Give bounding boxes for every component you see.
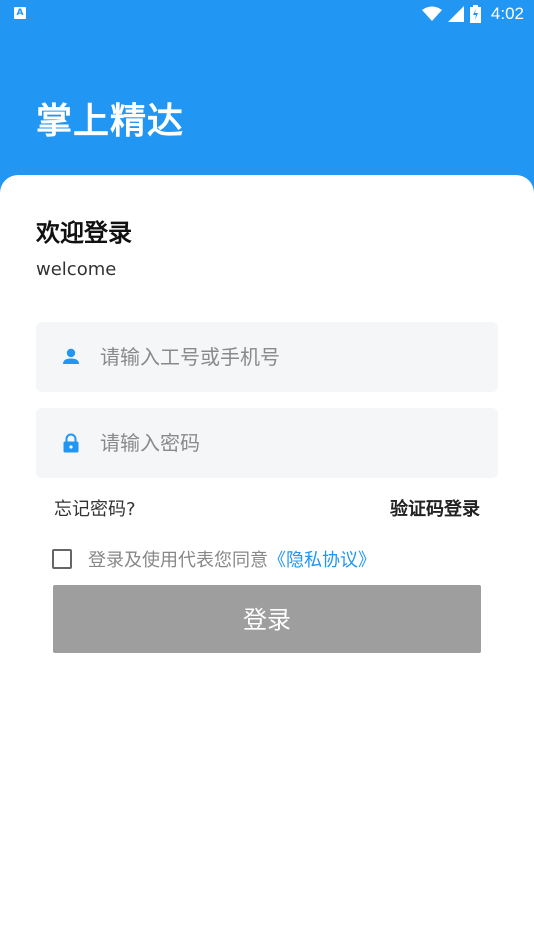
app-title: 掌上精达 bbox=[36, 101, 185, 142]
code-login-link[interactable]: 验证码登录 bbox=[390, 495, 480, 521]
status-icons: 4:02 bbox=[421, 3, 524, 25]
username-input[interactable] bbox=[100, 322, 480, 392]
login-card: 欢迎登录 welcome 忘记密码? 验证码登录 登录及使用代表您同意 《隐私协… bbox=[0, 175, 534, 950]
lock-icon bbox=[63, 433, 79, 453]
login-button[interactable]: 登录 bbox=[53, 585, 481, 653]
user-icon bbox=[63, 348, 79, 364]
agreement-checkbox[interactable] bbox=[52, 549, 72, 569]
username-field[interactable] bbox=[36, 322, 498, 392]
status-bar: A 4:02 bbox=[0, 0, 534, 28]
password-field[interactable] bbox=[36, 408, 498, 478]
forgot-password-link[interactable]: 忘记密码? bbox=[54, 495, 136, 521]
notification-icon: A bbox=[14, 7, 26, 19]
battery-icon bbox=[469, 5, 481, 23]
signal-icon bbox=[447, 6, 464, 22]
privacy-policy-link[interactable]: 《隐私协议》 bbox=[268, 546, 376, 572]
password-input[interactable] bbox=[100, 408, 480, 478]
status-time: 4:02 bbox=[490, 4, 524, 23]
welcome-title: 欢迎登录 bbox=[36, 219, 132, 247]
agreement-text: 登录及使用代表您同意 bbox=[88, 550, 268, 571]
welcome-subtitle: welcome bbox=[36, 259, 117, 280]
agreement-row: 登录及使用代表您同意 《隐私协议》 bbox=[52, 547, 376, 571]
wifi-icon bbox=[421, 6, 442, 21]
